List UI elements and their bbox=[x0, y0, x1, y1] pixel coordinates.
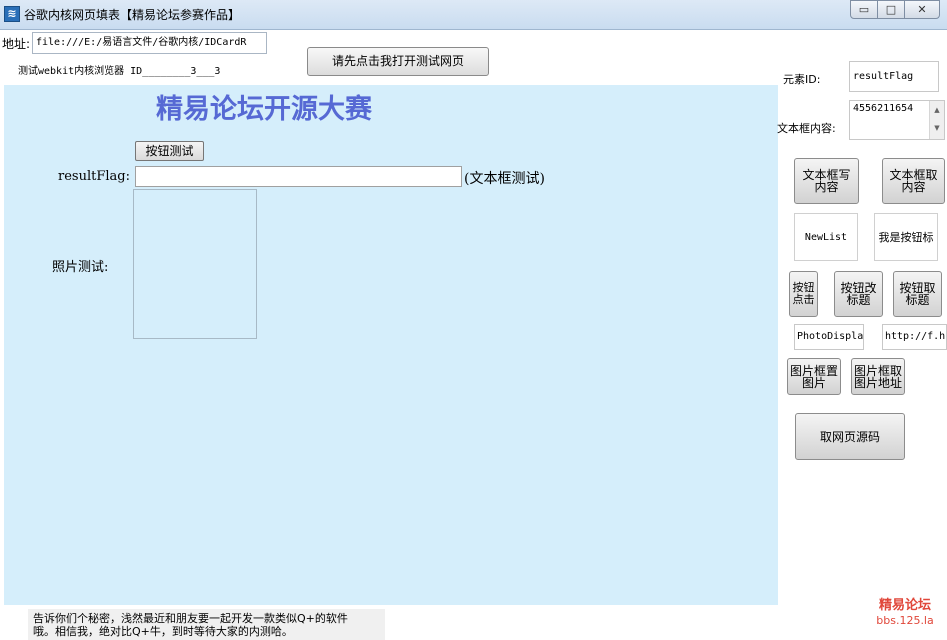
element-id-input[interactable]: resultFlag bbox=[849, 61, 939, 92]
window-title: 谷歌内核网页填表【精易论坛参赛作品】 bbox=[24, 8, 241, 22]
photo-label: 照片测试: bbox=[52, 260, 109, 275]
textbox-scrollbar[interactable]: ▲ ▼ bbox=[929, 101, 944, 139]
i-am-button-box[interactable]: 我是按钮标 bbox=[874, 213, 938, 261]
image-url-input[interactable]: http://f.hi bbox=[882, 324, 947, 350]
open-test-page-button[interactable]: 请先点击我打开测试网页 bbox=[307, 47, 489, 76]
resultflag-label: resultFlag: bbox=[58, 169, 130, 184]
click-button[interactable]: 按钮 点击 bbox=[789, 271, 818, 317]
minimize-button[interactable]: ▭ bbox=[850, 0, 878, 19]
app-icon: ≋ bbox=[4, 6, 20, 22]
watermark-logo: 精易论坛 bbs.125.la bbox=[868, 598, 942, 627]
textbox-test-note: (文本框测试) bbox=[464, 171, 545, 187]
scroll-up-icon[interactable]: ▲ bbox=[930, 101, 944, 119]
get-image-url-button[interactable]: 图片框取 图片地址 bbox=[851, 358, 905, 395]
read-textbox-button[interactable]: 文本框取 内容 bbox=[882, 158, 945, 204]
button-label-line: 点击 bbox=[792, 293, 815, 306]
webview: 精易论坛开源大赛 按钮测试 resultFlag: (文本框测试) 照片测试: bbox=[4, 85, 778, 605]
get-title-button[interactable]: 按钮取 标题 bbox=[893, 271, 942, 317]
photo-box bbox=[133, 189, 257, 339]
write-textbox-button[interactable]: 文本框写 内容 bbox=[794, 158, 859, 204]
textbox-content-label: 文本框内容: bbox=[777, 122, 836, 135]
watermark-name: 精易论坛 bbox=[878, 598, 931, 613]
button-label-line: 图片 bbox=[801, 375, 826, 390]
title-bar: ≋ 谷歌内核网页填表【精易论坛参赛作品】 bbox=[0, 0, 947, 30]
footer-note: 告诉你们个秘密，浅然最近和朋友要一起开发一款类似Q+的软件 哦。相信我，绝对比Q… bbox=[28, 609, 385, 640]
browser-info-text: 测试webkit内核浏览器 ID________3___3 bbox=[18, 66, 221, 77]
button-label-line: 图片框取 bbox=[853, 363, 902, 378]
button-test[interactable]: 按钮测试 bbox=[135, 141, 204, 161]
address-label: 地址: bbox=[2, 37, 31, 51]
photo-display-input[interactable]: PhotoDisplay bbox=[794, 324, 864, 350]
footer-note-line-2: 哦。相信我，绝对比Q+牛，到时等待大家的内测哈。 bbox=[33, 625, 293, 638]
button-label-line: 图片地址 bbox=[853, 375, 902, 390]
set-image-button[interactable]: 图片框置 图片 bbox=[787, 358, 841, 395]
button-label-line: 标题 bbox=[905, 293, 930, 307]
button-label-line: 图片框置 bbox=[789, 363, 838, 378]
get-page-source-button[interactable]: 取网页源码 bbox=[795, 413, 905, 460]
close-button[interactable]: ✕ bbox=[904, 0, 940, 19]
address-input[interactable]: file:///E:/易语言文件/谷歌内核/IDCardR bbox=[32, 32, 267, 54]
change-title-button[interactable]: 按钮改 标题 bbox=[834, 271, 883, 317]
button-label-line: 内容 bbox=[814, 180, 839, 194]
element-id-label: 元素ID: bbox=[783, 73, 821, 86]
newlist-box[interactable]: NewList bbox=[794, 213, 858, 261]
button-label-line: 内容 bbox=[901, 180, 926, 194]
watermark-url: bbs.125.la bbox=[876, 614, 934, 627]
scroll-down-icon[interactable]: ▼ bbox=[930, 119, 944, 137]
resultflag-input[interactable] bbox=[135, 166, 462, 187]
footer-note-line-1: 告诉你们个秘密，浅然最近和朋友要一起开发一款类似Q+的软件 bbox=[33, 612, 348, 625]
maximize-button[interactable]: □ bbox=[877, 0, 905, 19]
button-label-line: 标题 bbox=[846, 293, 871, 307]
page-heading: 精易论坛开源大赛 bbox=[156, 94, 372, 125]
